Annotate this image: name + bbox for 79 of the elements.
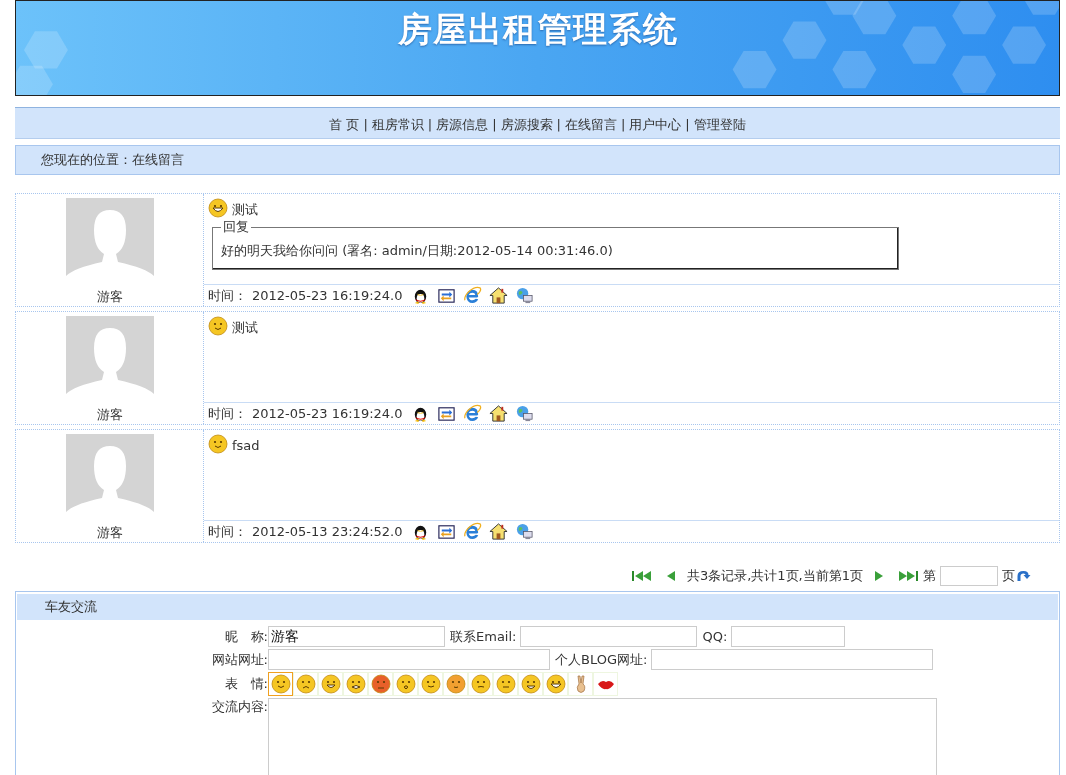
browser-icon[interactable] [463, 286, 483, 305]
field-label: 昵 称: [223, 627, 268, 646]
nickname-field[interactable]: 游客 [268, 626, 445, 647]
smiley-icon [208, 198, 228, 218]
separator: | [556, 117, 561, 132]
breadcrumb: 您现在的位置：在线留言 [41, 151, 184, 169]
nav-link[interactable]: 首 页 [329, 115, 360, 134]
smiley-icon [395, 674, 416, 694]
smiley-icon [208, 434, 228, 454]
separator: | [685, 117, 690, 132]
smiley-icon [295, 674, 316, 694]
home-icon[interactable] [489, 522, 509, 541]
field-label: 网站网址: [211, 650, 268, 669]
pagination-summary: 共3条记录,共计1页,当前第1页 [686, 567, 863, 585]
smiley-icon [345, 674, 366, 694]
separator: | [492, 117, 497, 132]
avatar-icon [65, 434, 154, 522]
timestamp: 2012-05-23 16:19:24.0 [252, 288, 403, 303]
home-icon[interactable] [489, 286, 509, 305]
message-text: 测试 [232, 202, 258, 218]
home-icon[interactable] [489, 404, 509, 423]
field-label: 个人BLOG网址: [555, 650, 648, 669]
browser-icon[interactable] [463, 404, 483, 423]
avatar-icon [65, 198, 154, 286]
site-title: 房屋出租管理系统 [397, 8, 678, 51]
smiley-icon [545, 674, 566, 694]
swap-icon[interactable] [437, 404, 457, 423]
qq-field[interactable] [731, 626, 846, 647]
nav-link[interactable]: 租房常识 [371, 115, 424, 134]
author-name: 游客 [96, 524, 123, 542]
smiley-icon [420, 674, 441, 694]
timestamp: 2012-05-23 16:19:24.0 [252, 406, 403, 421]
field-label: QQ: [702, 629, 728, 644]
computer-icon[interactable] [515, 286, 535, 305]
time-label: 时间： [208, 522, 247, 541]
next-page-icon[interactable] [873, 570, 885, 582]
smiley-icon [445, 674, 466, 694]
nav-link[interactable]: 用户中心 [629, 115, 682, 134]
refresh-icon[interactable] [1015, 569, 1032, 583]
panel-title: 车友交流 [45, 598, 97, 616]
blog-field[interactable] [651, 649, 934, 670]
page-suffix: 页 [1002, 567, 1015, 585]
smiley-icon [470, 674, 491, 694]
browser-icon[interactable] [463, 522, 483, 541]
website-field[interactable] [268, 649, 550, 670]
message-text: fsad [232, 438, 260, 454]
smiley-icon [320, 674, 341, 694]
separator: | [620, 117, 626, 132]
emoticon-option[interactable] [268, 672, 293, 696]
nav-link[interactable]: 在线留言 [564, 115, 617, 134]
computer-icon[interactable] [515, 404, 535, 423]
computer-icon[interactable] [515, 522, 535, 541]
separator: | [363, 117, 368, 132]
timestamp: 2012-05-13 23:24:52.0 [252, 524, 403, 539]
smiley-icon [370, 674, 391, 694]
avatar-icon [65, 316, 154, 404]
smiley-icon [208, 316, 228, 336]
email-field[interactable] [520, 626, 698, 647]
field-label: 交流内容: [211, 698, 268, 716]
field-label: 表 情: [223, 675, 268, 693]
reply-legend: 回复 [221, 218, 251, 236]
nav-link[interactable]: 房源信息 [436, 115, 489, 134]
page-number-field[interactable] [940, 566, 998, 586]
smiley-icon [270, 674, 291, 694]
swap-icon[interactable] [437, 522, 457, 541]
smiley-icon [495, 674, 516, 694]
nav-link[interactable]: 管理登陆 [693, 115, 746, 134]
field-label: 联系Email: [450, 627, 517, 646]
nav-link[interactable]: 房源搜索 [500, 115, 553, 134]
time-label: 时间： [208, 286, 247, 305]
author-name: 游客 [96, 288, 123, 306]
message-text: 测试 [232, 320, 258, 336]
separator: | [427, 117, 433, 132]
reply-text: 好的明天我给你问问 (署名: admin/日期:2012-05-14 00:31:46.0) [221, 242, 614, 260]
smiley-icon [520, 674, 541, 694]
page-prefix: 第 [923, 567, 936, 585]
time-label: 时间： [208, 404, 247, 423]
author-name: 游客 [96, 406, 123, 424]
swap-icon[interactable] [437, 286, 457, 305]
